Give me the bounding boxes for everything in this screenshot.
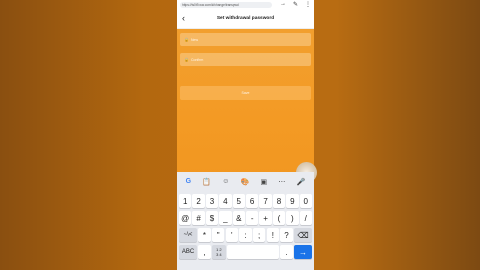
key[interactable]: 6 — [245, 194, 259, 208]
key[interactable]: 1 — [179, 194, 192, 208]
key[interactable]: . — [280, 245, 293, 259]
page-title: Set withdrawal password — [216, 16, 275, 21]
key[interactable]: 0 — [299, 194, 312, 208]
app-header: ‹ Set withdrawal password — [177, 9, 314, 29]
key[interactable]: & — [232, 211, 245, 225]
lock-icon: 🔒 — [184, 37, 189, 42]
palette-icon[interactable]: 🎨 — [241, 178, 250, 186]
key[interactable]: ? — [280, 228, 293, 242]
key[interactable]: 4 — [219, 194, 232, 208]
keyboard-toolbar: G 📋 ☺ 🎨 ▣ ⋯ 🎤 — [177, 172, 314, 191]
abc-key[interactable]: ABC — [179, 245, 197, 259]
url-text[interactable]: https://ts0t9-ww.com/#/change/transpwd — [180, 1, 272, 8]
confirm-password-field[interactable]: 🔒 Confirm — [180, 53, 311, 66]
key[interactable]: 3 — [205, 194, 219, 208]
key[interactable]: + — [259, 211, 272, 225]
key[interactable]: 8 — [272, 194, 286, 208]
submit-button[interactable]: Save — [180, 86, 311, 100]
key[interactable]: # — [192, 211, 205, 225]
key[interactable]: , — [198, 245, 211, 259]
key[interactable]: ! — [266, 228, 280, 242]
key[interactable]: / — [299, 211, 312, 225]
key-row-3: ~\< * " ' : ; ! ? ⌫ — [177, 228, 314, 242]
key-row-2: @ # $ _ & - + ( ) / — [177, 211, 314, 225]
keyboard: G 📋 ☺ 🎨 ▣ ⋯ 🎤 1 2 3 4 5 6 7 8 9 0 @ # $ … — [177, 172, 314, 270]
key[interactable]: 2 — [192, 194, 205, 208]
backspace-key[interactable]: ⌫ — [293, 228, 312, 242]
key[interactable]: _ — [219, 211, 232, 225]
key[interactable]: 9 — [286, 194, 299, 208]
new-password-field[interactable]: 🔒 New — [180, 33, 311, 46]
key[interactable]: 7 — [259, 194, 272, 208]
emoji-icon[interactable]: ☺ — [222, 178, 229, 185]
space-key[interactable] — [227, 245, 280, 259]
google-icon[interactable]: G — [186, 178, 191, 185]
tab-count-icon[interactable]: ✎ — [293, 1, 298, 8]
more-icon[interactable]: ⋮ — [305, 1, 311, 8]
screenshot-icon[interactable]: ▣ — [261, 178, 268, 186]
key[interactable]: : — [239, 228, 252, 242]
clipboard-icon[interactable]: 📋 — [202, 178, 211, 186]
key[interactable]: @ — [179, 211, 192, 225]
mic-icon[interactable]: 🎤 — [297, 178, 306, 186]
key-row-4: ABC , 1 2 3 4 . → — [177, 245, 314, 259]
key[interactable]: * — [198, 228, 211, 242]
browser-url-bar[interactable]: https://ts0t9-ww.com/#/change/transpwd →… — [177, 0, 314, 9]
key[interactable]: " — [211, 228, 225, 242]
more-icon[interactable]: ⋯ — [278, 178, 285, 186]
key[interactable]: ; — [252, 228, 266, 242]
key[interactable]: ~\< — [179, 228, 197, 242]
key-row-1: 1 2 3 4 5 6 7 8 9 0 — [177, 194, 314, 208]
key[interactable]: ( — [272, 211, 286, 225]
key[interactable]: - — [245, 211, 259, 225]
lock-icon: 🔒 — [184, 57, 189, 62]
key[interactable]: $ — [205, 211, 219, 225]
key[interactable]: ' — [225, 228, 239, 242]
key[interactable]: ) — [286, 211, 299, 225]
confirm-password-placeholder: Confirm — [190, 57, 204, 62]
enter-key[interactable]: → — [293, 245, 312, 259]
back-icon[interactable]: ‹ — [182, 13, 185, 23]
numpad-key[interactable]: 1 2 3 4 — [211, 245, 226, 259]
new-password-placeholder: New — [190, 37, 198, 42]
key[interactable]: 5 — [232, 194, 245, 208]
home-icon[interactable]: → — [280, 1, 286, 8]
